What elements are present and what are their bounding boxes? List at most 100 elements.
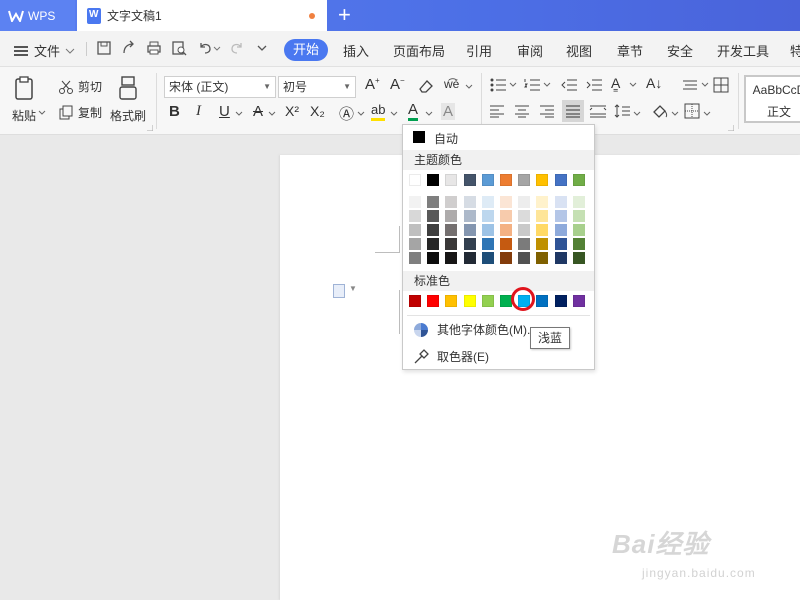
distributed-align-icon[interactable] (589, 104, 607, 118)
paragraph-layout-icon[interactable] (333, 284, 345, 298)
theme-color-swatch[interactable] (409, 174, 421, 186)
standard-color-swatch[interactable] (481, 295, 494, 307)
font-size-select[interactable]: 初号 ▼ (278, 76, 356, 98)
theme-shade-swatch[interactable] (427, 196, 440, 208)
save-icon[interactable] (96, 40, 112, 56)
decrease-font-icon[interactable]: A− (390, 76, 405, 93)
file-menu[interactable]: 文件 (14, 41, 75, 60)
new-tab-button[interactable]: + (338, 3, 351, 27)
auto-color-item[interactable]: 自动 (403, 125, 594, 149)
theme-shade-swatch[interactable] (427, 210, 440, 222)
superscript-button[interactable]: X² (285, 103, 299, 119)
tab-page-layout[interactable]: 页面布局 (393, 41, 445, 60)
underline-button[interactable]: U (219, 103, 230, 120)
chevron-down-icon[interactable] (509, 82, 517, 88)
theme-shade-swatch[interactable] (536, 196, 549, 208)
theme-shade-swatch[interactable] (572, 196, 585, 208)
chevron-down-icon[interactable] (703, 111, 711, 117)
copy-button[interactable]: 复制 (58, 104, 102, 121)
theme-shade-swatch[interactable] (518, 252, 531, 264)
tab-start[interactable]: 开始 (284, 39, 328, 61)
cut-button[interactable]: 剪切 (58, 78, 102, 95)
theme-shade-swatch[interactable] (572, 238, 585, 250)
clipboard-expand-icon[interactable] (147, 125, 153, 131)
format-painter-button[interactable]: 格式刷 (110, 75, 146, 124)
theme-shade-swatch[interactable] (427, 252, 440, 264)
theme-shade-swatch[interactable] (409, 224, 421, 236)
undo-icon[interactable] (197, 40, 213, 56)
theme-shade-swatch[interactable] (445, 252, 458, 264)
strikethrough-button[interactable]: A (253, 103, 263, 120)
redo-icon[interactable] (229, 40, 245, 56)
font-name-select[interactable]: 宋体 (正文) ▼ (164, 76, 276, 98)
sort-icon[interactable]: A↓ (646, 75, 662, 91)
chevron-down-icon[interactable] (671, 111, 679, 117)
theme-shade-swatch[interactable] (445, 238, 458, 250)
theme-color-swatch[interactable] (554, 174, 567, 186)
theme-color-swatch[interactable] (427, 174, 440, 186)
tab-security[interactable]: 安全 (667, 41, 693, 60)
style-normal-button[interactable]: AaBbCcD 正文 (744, 75, 800, 123)
theme-shade-swatch[interactable] (409, 252, 421, 264)
export-icon[interactable] (121, 40, 137, 56)
increase-font-icon[interactable]: A+ (365, 76, 380, 93)
chevron-down-icon[interactable] (633, 111, 641, 117)
theme-shade-swatch[interactable] (518, 210, 531, 222)
chevron-down-icon[interactable]: ▼ (349, 284, 357, 293)
tab-developer[interactable]: 开发工具 (717, 41, 769, 60)
theme-shade-swatch[interactable] (481, 252, 494, 264)
line-spacing-icon[interactable] (682, 78, 698, 92)
increase-indent-icon[interactable] (586, 78, 602, 92)
table-border-icon[interactable] (713, 77, 729, 93)
theme-shade-swatch[interactable] (463, 196, 476, 208)
theme-shade-swatch[interactable] (445, 210, 458, 222)
theme-shade-swatch[interactable] (463, 210, 476, 222)
theme-shade-swatch[interactable] (572, 252, 585, 264)
undo-dropdown-icon[interactable] (212, 40, 222, 56)
paragraph-expand-icon[interactable] (728, 125, 734, 131)
theme-shade-swatch[interactable] (500, 252, 512, 264)
theme-color-swatch[interactable] (500, 174, 512, 186)
align-right-icon[interactable] (539, 104, 555, 118)
theme-color-swatch[interactable] (572, 174, 585, 186)
shading-icon[interactable] (651, 103, 669, 119)
eyedropper-item[interactable]: 取色器(E) (413, 348, 489, 365)
chevron-down-icon[interactable] (390, 111, 398, 117)
wps-home-tab[interactable]: WPS (0, 0, 75, 31)
subscript-button[interactable]: X₂ (310, 103, 325, 119)
tab-references[interactable]: 引用 (466, 41, 492, 60)
theme-shade-swatch[interactable] (536, 238, 549, 250)
tab-insert[interactable]: 插入 (343, 41, 369, 60)
theme-shade-swatch[interactable] (500, 210, 512, 222)
chevron-down-icon[interactable] (465, 84, 473, 90)
theme-shade-swatch[interactable] (500, 196, 512, 208)
theme-shade-swatch[interactable] (409, 196, 421, 208)
theme-shade-swatch[interactable] (572, 210, 585, 222)
paste-button[interactable]: 粘贴 (12, 75, 38, 124)
theme-shade-swatch[interactable] (554, 196, 567, 208)
theme-shade-swatch[interactable] (463, 224, 476, 236)
paste-dropdown-icon[interactable] (38, 110, 46, 116)
theme-shade-swatch[interactable] (554, 252, 567, 264)
italic-button[interactable]: I (196, 103, 201, 120)
theme-shade-swatch[interactable] (518, 238, 531, 250)
theme-shade-swatch[interactable] (463, 252, 476, 264)
standard-color-swatch[interactable] (427, 295, 440, 307)
justify-button[interactable] (562, 100, 584, 122)
theme-shade-swatch[interactable] (481, 238, 494, 250)
chevron-down-icon[interactable] (629, 82, 637, 88)
standard-color-swatch[interactable] (409, 295, 421, 307)
theme-shade-swatch[interactable] (427, 238, 440, 250)
numbered-list-icon[interactable] (524, 78, 540, 92)
chevron-down-icon[interactable] (268, 111, 276, 117)
theme-shade-swatch[interactable] (554, 210, 567, 222)
align-left-icon[interactable] (489, 104, 505, 118)
theme-shade-swatch[interactable] (445, 196, 458, 208)
highlight-button[interactable]: ab (371, 102, 386, 121)
theme-shade-swatch[interactable] (554, 224, 567, 236)
clear-format-icon[interactable] (417, 77, 435, 95)
theme-shade-swatch[interactable] (481, 210, 494, 222)
chevron-down-icon[interactable] (543, 82, 551, 88)
text-effect-button[interactable]: Ⓐ (339, 103, 354, 124)
paragraph-spacing-icon[interactable] (614, 104, 630, 118)
